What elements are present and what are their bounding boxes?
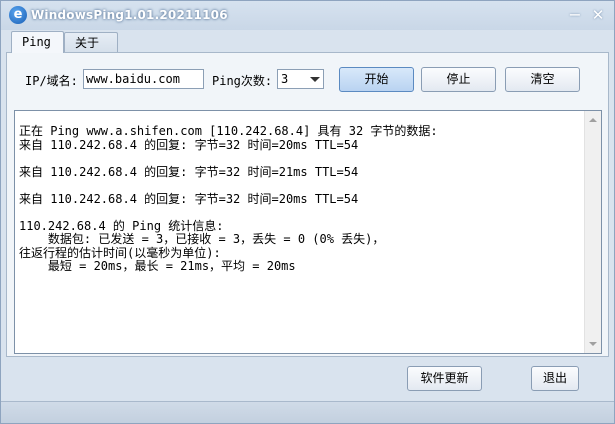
exit-button[interactable]: 退出 [531,366,579,391]
output-line: 来自 110.242.68.4 的回复: 字节=32 时间=21ms TTL=5… [19,164,359,179]
app-logo-icon: e [9,6,27,24]
ping-output-text: 正在 Ping www.a.shifen.com [110.242.68.4] … [19,124,438,274]
ping-count-select[interactable]: 3 [277,69,324,89]
output-line: 来自 110.242.68.4 的回复: 字节=32 时间=20ms TTL=5… [19,191,359,206]
clear-button[interactable]: 清空 [505,67,580,92]
output-line: 110.242.68.4 的 Ping 统计信息: [19,218,224,233]
ip-label: IP/域名: [25,74,78,88]
title-bar[interactable]: e WindowsPing1.01.20211106 − ✕ [1,1,614,30]
count-label: Ping次数: [212,74,273,88]
app-window: e WindowsPing1.01.20211106 − ✕ Ping 关于 I… [0,0,615,424]
vertical-scrollbar[interactable] [584,111,601,353]
stop-button[interactable]: 停止 [421,67,496,92]
chevron-down-icon[interactable] [310,77,320,82]
tab-about[interactable]: 关于 [64,32,118,52]
scroll-up-icon[interactable] [589,118,597,122]
ip-input[interactable]: www.baidu.com [83,69,204,89]
output-line: 数据包: 已发送 = 3，已接收 = 3，丢失 = 0 (0% 丢失)， [19,232,385,246]
status-bar [1,401,614,423]
output-line: 来自 110.242.68.4 的回复: 字节=32 时间=20ms TTL=5… [19,137,359,152]
output-line: 最短 = 20ms，最长 = 21ms，平均 = 20ms [19,259,296,273]
start-button[interactable]: 开始 [339,67,414,92]
output-line: 正在 Ping www.a.shifen.com [110.242.68.4] … [19,124,438,138]
window-title: WindowsPing1.01.20211106 [31,8,228,22]
minimize-icon[interactable]: − [566,6,584,24]
ping-count-value: 3 [281,72,289,86]
tab-ping[interactable]: Ping [11,31,64,53]
ping-output-textarea[interactable]: 正在 Ping www.a.shifen.com [110.242.68.4] … [14,110,602,354]
output-line: 往返行程的估计时间(以毫秒为单位): [19,245,221,260]
software-update-button[interactable]: 软件更新 [407,366,482,391]
scroll-down-icon[interactable] [589,342,597,346]
close-icon[interactable]: ✕ [589,6,607,24]
